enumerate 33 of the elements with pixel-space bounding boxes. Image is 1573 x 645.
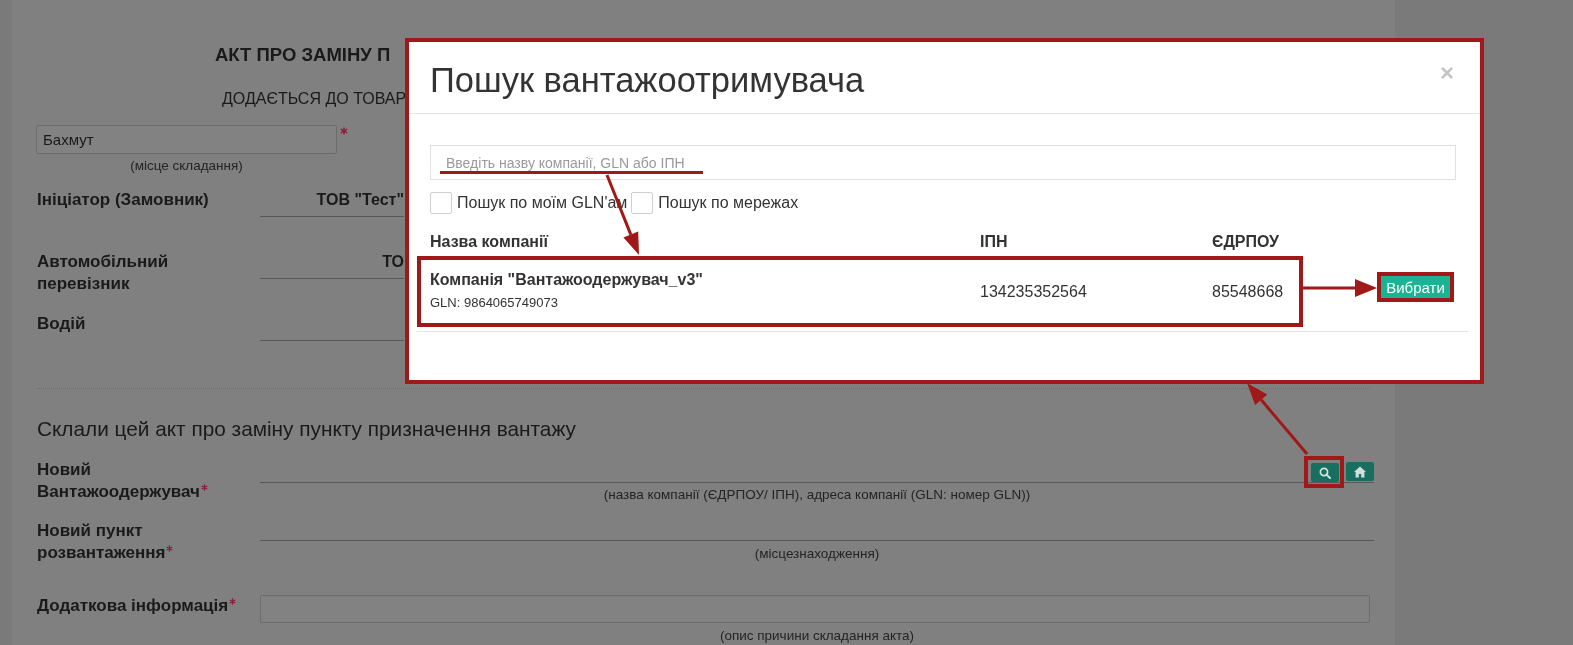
home-icon [1354,465,1366,478]
document-subtitle: ДОДАЄТЬСЯ ДО ТОВАР [222,89,407,109]
field-hint: (опис причини складання акта) [719,628,915,644]
checkbox[interactable] [430,192,452,214]
section-title: Склали цей акт про заміну пункту призначення вантажу [37,416,576,442]
search-button[interactable] [1311,463,1339,482]
document-title: АКТ ПРО ЗАМІНУ П [215,43,391,67]
value-field[interactable]: ТОВ "Тест" [260,189,404,217]
dialog-title: Пошук вантажоотримувача [430,61,865,99]
place-input[interactable]: Бахмут [36,125,337,154]
select-button[interactable]: Вибрати [1381,276,1450,298]
company-name: Компанія "Вантажоодержувач_v3" [430,270,703,290]
column-header: Назва компанії [430,233,548,250]
field-hint: (назва компанії (ЄДРПОУ/ ІПН), адреса компанії (GLN: номер GLN)) [603,487,1031,503]
field-hint: (місцезнаходження) [754,546,880,562]
search-field[interactable]: Введіть назву компанії, GLN або ІПН [430,145,1456,180]
field-label: Новий Вантажоодержувач [37,460,200,501]
checkbox-label[interactable]: Пошук по мережах [658,193,799,213]
value-field[interactable]: ТО [260,251,404,279]
field-label: Ініціатор (Замовник) [37,190,209,209]
search-icon [1319,466,1331,479]
field-hint: (місце складання) [130,158,243,173]
table-cell: 134235352564 [980,282,1087,300]
field-label: Додаткова інформація [37,596,229,615]
column-header: ЄДРПОУ [1212,233,1279,250]
table-cell: 85548668 [1212,282,1284,300]
field-label: Водій [37,314,86,333]
home-button[interactable] [1346,462,1374,481]
column-header: ІПН [980,233,1008,250]
field-label: Новий пункт розвантаження [37,521,166,562]
gln-text: GLN: 9864065749073 [430,295,558,311]
field-label: Автомобільний перевізник [37,252,169,293]
checkbox[interactable] [631,192,654,214]
